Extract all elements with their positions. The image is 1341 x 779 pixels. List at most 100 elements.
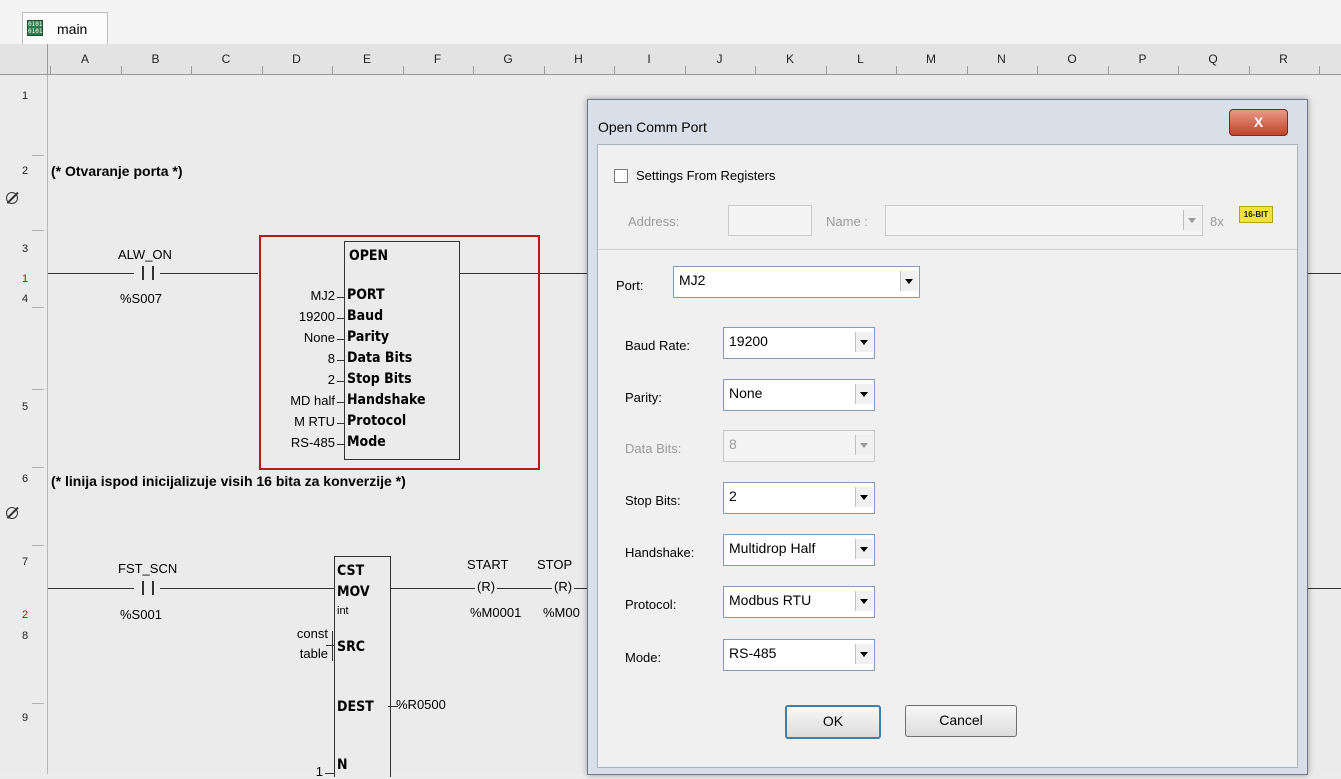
column-header-cell: G <box>503 52 513 66</box>
baud-rate-dropdown[interactable]: 19200 <box>723 327 875 359</box>
column-header-cell: Q <box>1208 52 1218 66</box>
column-divider <box>1248 66 1250 74</box>
normally-open-contact[interactable] <box>134 266 160 280</box>
normally-open-contact[interactable] <box>134 581 160 595</box>
row-divider <box>32 545 44 546</box>
stop-bits-dropdown[interactable]: 2 <box>723 482 875 514</box>
rung-wire <box>1306 588 1341 589</box>
row-number: 6 <box>22 473 29 485</box>
row-divider <box>32 389 44 390</box>
settings-from-registers-label: Settings From Registers <box>636 168 776 183</box>
protocol-dropdown[interactable]: Modbus RTU <box>723 586 875 618</box>
column-divider <box>332 66 333 74</box>
column-header-cell: D <box>292 52 301 66</box>
column-divider <box>543 66 545 74</box>
rung-comment[interactable]: (* Otvaranje porta *) <box>51 163 182 179</box>
baud-rate-value: 19200 <box>729 333 768 349</box>
row-number: 4 <box>22 293 29 305</box>
port-label: Port: <box>616 278 644 293</box>
close-button[interactable]: X <box>1229 109 1288 136</box>
contact-address: %S001 <box>120 607 162 622</box>
pin-value: 2 <box>327 372 335 387</box>
pin-label: Protocol <box>347 413 407 429</box>
pin-label: Data Bits <box>347 350 413 366</box>
chevron-down-icon <box>900 271 918 291</box>
ok-button[interactable]: OK <box>785 705 881 739</box>
row-number: 2 <box>22 165 29 177</box>
row-divider <box>32 307 44 308</box>
coil-name: START <box>467 557 509 572</box>
port-dropdown[interactable]: MJ2 <box>673 266 920 298</box>
chevron-down-icon <box>855 487 873 507</box>
dialog-title: Open Comm Port <box>598 119 707 135</box>
pin-label: Parity <box>347 329 390 345</box>
block-title: CST <box>337 563 365 579</box>
pin-label: SRC <box>337 639 366 655</box>
pin-value: MD half <box>290 393 335 408</box>
protocol-value: Modbus RTU <box>729 592 812 608</box>
pin-value: table <box>299 646 328 661</box>
column-divider <box>755 66 756 74</box>
column-header-cell: M <box>926 52 936 66</box>
pin-label: Handshake <box>347 392 426 408</box>
16-bit-badge: 16-BIT <box>1239 206 1273 223</box>
row-divider <box>32 703 44 704</box>
pin-value: %R0500 <box>396 697 446 712</box>
tab-main[interactable]: 0101 0101 main <box>22 12 108 44</box>
settings-from-registers-checkbox[interactable] <box>614 169 628 183</box>
column-header-cell: R <box>1279 52 1288 66</box>
column-divider <box>614 66 615 74</box>
rung-disabled-icon[interactable] <box>6 507 18 519</box>
column-header-cell: E <box>362 52 371 66</box>
parity-dropdown[interactable]: None <box>723 379 875 411</box>
pin-value: MJ2 <box>310 288 335 303</box>
pin-label: Stop Bits <box>347 371 412 387</box>
contact-name: FST_SCN <box>118 561 178 576</box>
pin-wire <box>337 423 345 424</box>
row-number: 5 <box>22 401 29 413</box>
column-divider <box>47 44 48 74</box>
handshake-dropdown[interactable]: Multidrop Half <box>723 534 875 566</box>
row-number: 8 <box>22 630 29 642</box>
pin-value: 1 <box>315 764 323 779</box>
chevron-down-icon <box>855 332 873 352</box>
open-comm-port-dialog: Open Comm Port X Settings From Registers… <box>587 99 1308 775</box>
cancel-button[interactable]: Cancel <box>905 705 1017 737</box>
column-header-cell: J <box>716 52 723 66</box>
reset-coil[interactable]: (R) <box>552 579 575 594</box>
row-divider <box>32 230 44 231</box>
rung-disabled-icon[interactable] <box>6 192 18 204</box>
column-divider <box>261 66 263 74</box>
row-number: 1 <box>22 273 29 285</box>
divider <box>598 249 1297 250</box>
chevron-down-icon <box>855 435 873 455</box>
address-label: Address: <box>628 214 680 229</box>
row-number: 1 <box>22 90 29 102</box>
column-header-cell: N <box>997 52 1006 66</box>
mode-value: RS-485 <box>729 645 777 661</box>
mode-dropdown[interactable]: RS-485 <box>723 639 875 671</box>
protocol-label: Protocol: <box>625 597 677 612</box>
chevron-down-icon <box>855 539 873 559</box>
rung-wire <box>48 588 334 589</box>
pin-value: M RTU <box>294 414 335 429</box>
pin-value: const <box>296 626 328 641</box>
name-label: Name : <box>826 214 868 229</box>
pin-value: RS-485 <box>290 435 335 450</box>
chevron-down-icon <box>855 591 873 611</box>
parity-label: Parity: <box>625 390 662 405</box>
pin-wire <box>337 318 345 319</box>
column-header-cell: B <box>151 52 160 66</box>
coil-name: STOP <box>537 557 573 572</box>
rung-comment[interactable]: (* linija ispod inicijalizuje visih 16 b… <box>51 473 406 489</box>
reset-coil[interactable]: (R) <box>475 579 498 594</box>
open-block-pins: MJ2 PORT 19200 Baud None Parity 8 Data Bits 2 Sto… <box>248 75 488 475</box>
column-divider <box>473 66 474 74</box>
column-divider <box>684 66 686 74</box>
rung-wire <box>1306 273 1341 274</box>
column-header-cell: A <box>80 52 89 66</box>
column-header: A B C D E F G H I J K L M N O P Q R S <box>0 44 1341 75</box>
cst-mov-function-block[interactable]: CST MOV int SRC DEST N <box>334 556 391 777</box>
column-divider <box>1319 66 1320 74</box>
pin-value: None <box>303 330 335 345</box>
